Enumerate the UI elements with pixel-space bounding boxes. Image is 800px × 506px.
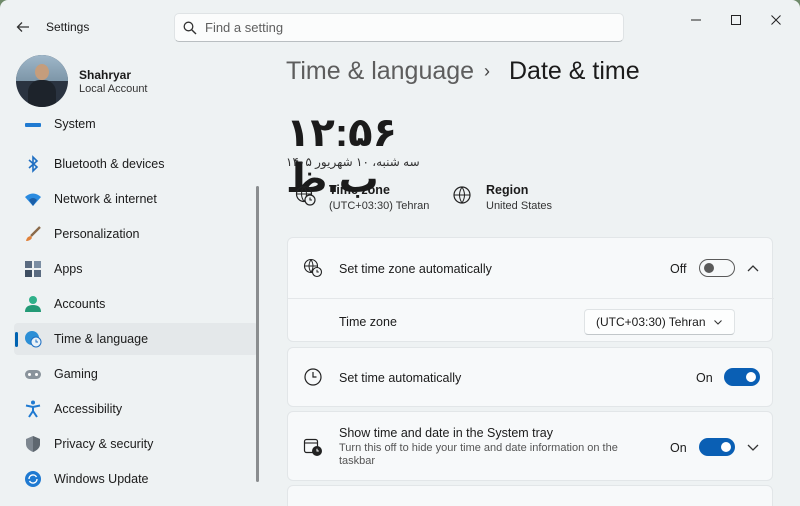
timezone-info-value: (UTC+03:30) Tehran bbox=[329, 200, 430, 212]
clock-icon bbox=[304, 368, 322, 386]
sidebar-scrollbar[interactable] bbox=[256, 186, 259, 482]
profile-name: Shahryar bbox=[79, 68, 132, 82]
sidebar-item-label: Privacy & security bbox=[54, 437, 154, 451]
breadcrumb-separator: › bbox=[484, 61, 490, 81]
timezone-settings-card: Set time zone automatically Off Time zon… bbox=[287, 237, 774, 343]
sidebar-item-personalization[interactable]: Personalization bbox=[14, 218, 258, 250]
timezone-select-label: Time zone bbox=[339, 315, 397, 329]
search-box[interactable] bbox=[174, 13, 624, 42]
timezone-dropdown-value: (UTC+03:30) Tehran bbox=[596, 315, 706, 329]
sidebar-item-label: Network & internet bbox=[54, 192, 157, 206]
auto-time-label: Set time automatically bbox=[339, 371, 462, 385]
accounts-icon bbox=[25, 296, 41, 312]
sidebar-item-label: Time & language bbox=[54, 332, 149, 346]
sidebar-item-accounts[interactable]: Accounts bbox=[14, 288, 258, 320]
sidebar-item-network[interactable]: Network & internet bbox=[14, 183, 258, 215]
update-icon bbox=[25, 471, 41, 487]
title-bar: Settings bbox=[0, 0, 800, 54]
timezone-info-title: Time zone bbox=[329, 183, 390, 197]
auto-timezone-label: Set time zone automatically bbox=[339, 262, 492, 276]
systray-toggle[interactable] bbox=[699, 438, 735, 456]
apps-icon bbox=[25, 261, 41, 277]
sidebar-item-windows-update[interactable]: Windows Update bbox=[14, 463, 258, 495]
sidebar-item-label: Accessibility bbox=[54, 402, 123, 416]
globe-clock-icon bbox=[25, 331, 42, 348]
systray-label: Show time and date in the System tray bbox=[339, 426, 553, 440]
systray-card[interactable]: Show time and date in the System tray Tu… bbox=[287, 411, 773, 481]
globe-clock-icon bbox=[295, 185, 316, 206]
systray-state: On bbox=[670, 441, 687, 455]
brush-icon bbox=[26, 226, 41, 241]
sidebar-item-time-language[interactable]: Time & language bbox=[14, 323, 258, 355]
accessibility-icon bbox=[25, 400, 41, 418]
next-settings-card[interactable] bbox=[287, 485, 773, 506]
breadcrumb-parent[interactable]: Time & language bbox=[286, 57, 474, 86]
current-date: سه شنبه، ۱۰ شهریور ۱۴۰۵ bbox=[286, 155, 420, 169]
bluetooth-icon bbox=[28, 155, 39, 173]
auto-time-card[interactable]: Set time automatically On bbox=[287, 347, 773, 407]
minimize-icon bbox=[691, 19, 701, 21]
auto-timezone-state: Off bbox=[670, 262, 687, 276]
shield-icon bbox=[26, 436, 40, 452]
back-button[interactable] bbox=[10, 16, 36, 38]
page-title: Date & time bbox=[509, 57, 640, 85]
active-indicator bbox=[15, 332, 18, 347]
sidebar-item-label: Bluetooth & devices bbox=[54, 157, 165, 171]
settings-window: Settings Shahryar Local Account System bbox=[0, 0, 800, 506]
sidebar-nav: System Bluetooth & devices Network & int… bbox=[14, 116, 258, 506]
minimize-button[interactable] bbox=[676, 10, 716, 30]
globe-clock-icon bbox=[303, 258, 323, 278]
sidebar-item-apps[interactable]: Apps bbox=[14, 253, 258, 285]
auto-time-toggle[interactable] bbox=[724, 368, 760, 386]
auto-timezone-row[interactable]: Set time zone automatically Off bbox=[288, 238, 774, 298]
sidebar-item-label: Windows Update bbox=[54, 472, 149, 486]
search-icon bbox=[175, 21, 205, 35]
region-info-value: United States bbox=[486, 200, 553, 212]
sidebar-item-bluetooth[interactable]: Bluetooth & devices bbox=[14, 148, 258, 180]
close-icon bbox=[771, 15, 781, 25]
sidebar-item-label: Apps bbox=[54, 262, 83, 276]
sidebar-item-label: Gaming bbox=[54, 367, 98, 381]
system-icon bbox=[25, 123, 41, 127]
globe-icon bbox=[453, 186, 471, 204]
region-info-title: Region bbox=[486, 183, 529, 197]
search-input[interactable] bbox=[205, 20, 605, 35]
back-arrow-icon bbox=[16, 22, 29, 32]
sidebar-item-system[interactable]: System bbox=[14, 116, 258, 140]
calendar-clock-icon bbox=[303, 438, 322, 456]
chevron-down-icon[interactable] bbox=[745, 439, 761, 455]
user-profile[interactable]: Shahryar Local Account bbox=[16, 55, 256, 109]
sidebar-item-label: Accounts bbox=[54, 297, 106, 311]
chevron-down-icon bbox=[714, 320, 722, 325]
auto-timezone-toggle[interactable] bbox=[699, 259, 735, 277]
chevron-up-icon[interactable] bbox=[745, 261, 761, 277]
sidebar-item-privacy[interactable]: Privacy & security bbox=[14, 428, 258, 460]
sidebar-item-label: Personalization bbox=[54, 227, 140, 241]
maximize-button[interactable] bbox=[716, 10, 756, 30]
close-button[interactable] bbox=[756, 10, 796, 30]
systray-description: Turn this off to hide your time and date… bbox=[339, 442, 618, 467]
sidebar-item-label: System bbox=[54, 117, 96, 131]
avatar bbox=[16, 55, 68, 107]
timezone-select-row: Time zone (UTC+03:30) Tehran bbox=[288, 299, 774, 343]
gamepad-icon bbox=[25, 370, 41, 379]
sidebar-item-accessibility[interactable]: Accessibility bbox=[14, 393, 258, 425]
app-title: Settings bbox=[46, 20, 90, 34]
profile-account-type: Local Account bbox=[79, 83, 148, 95]
wifi-icon bbox=[25, 193, 41, 206]
sidebar-item-gaming[interactable]: Gaming bbox=[14, 358, 258, 390]
auto-time-state: On bbox=[696, 371, 713, 385]
maximize-icon bbox=[731, 15, 741, 25]
timezone-dropdown[interactable]: (UTC+03:30) Tehran bbox=[584, 309, 735, 335]
